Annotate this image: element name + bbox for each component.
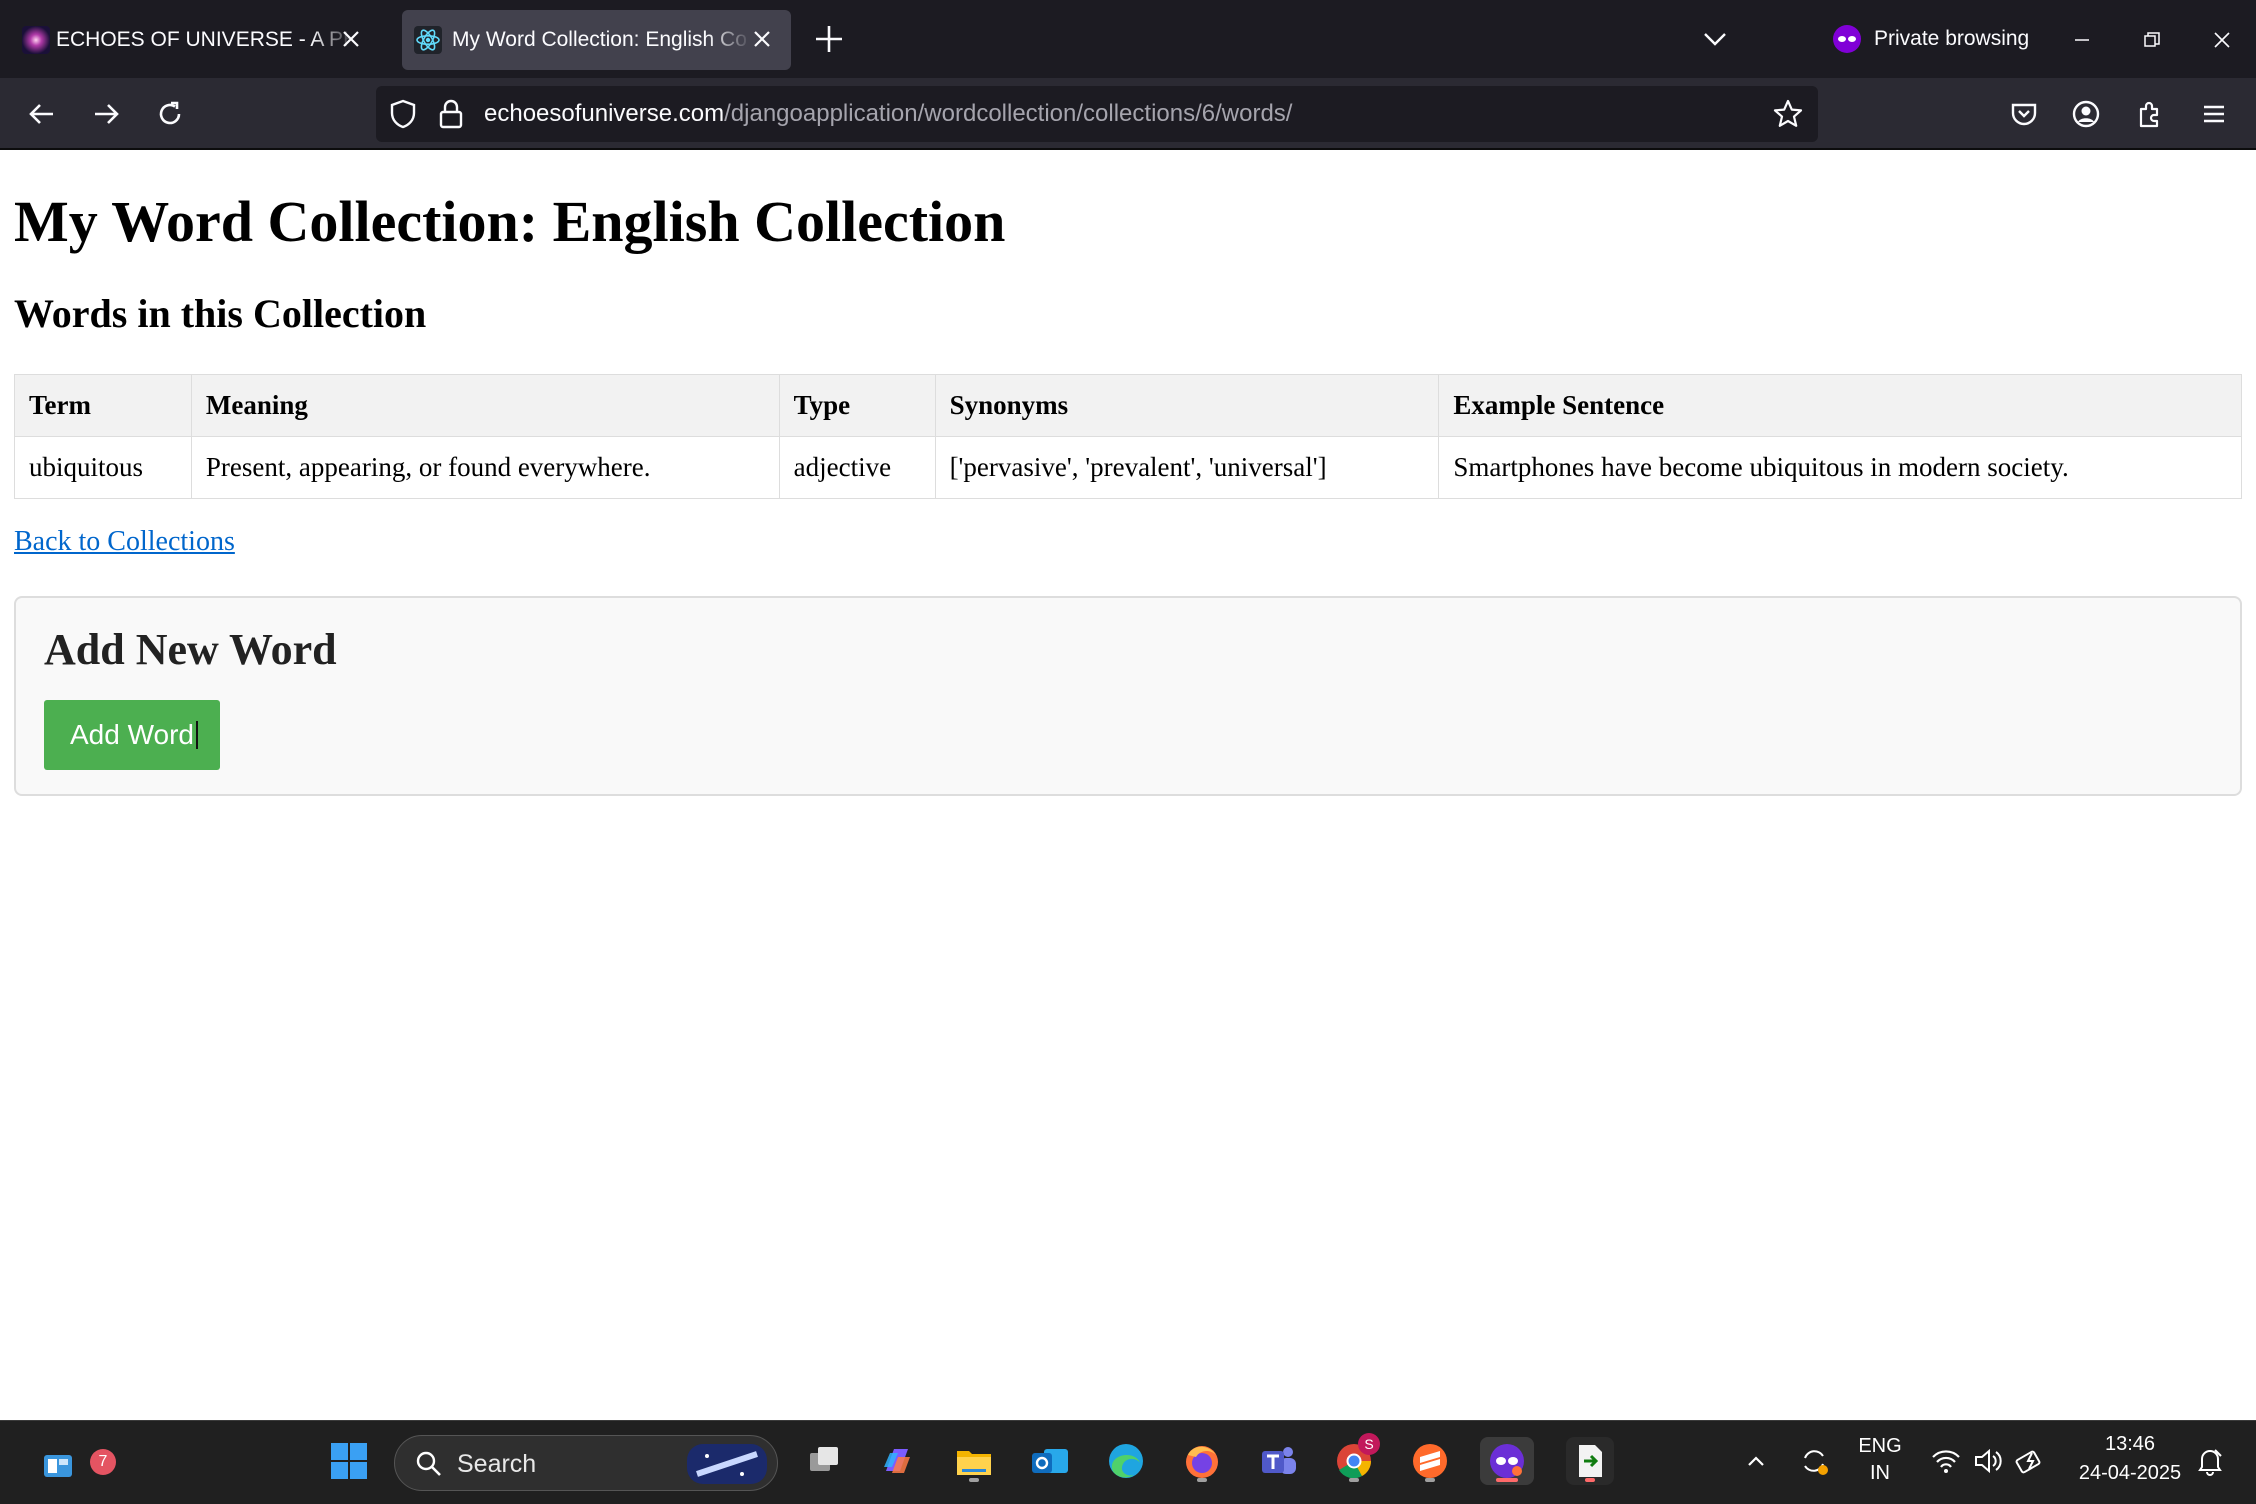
cell-type: adjective bbox=[778, 436, 936, 499]
cell-term: ubiquitous bbox=[14, 436, 192, 499]
react-favicon-icon bbox=[414, 26, 442, 54]
account-icon[interactable] bbox=[2064, 92, 2108, 136]
input-language-indicator[interactable]: ENG IN bbox=[1850, 1435, 1910, 1485]
search-highlight-image-icon bbox=[687, 1444, 767, 1484]
table-row: ubiquitous Present, appearing, or found … bbox=[14, 436, 2242, 499]
private-browsing-label: Private browsing bbox=[1874, 27, 2030, 50]
cell-meaning: Present, appearing, or found everywhere. bbox=[190, 436, 780, 499]
address-bar[interactable]: echoesofuniverse.com/djangoapplication/w… bbox=[376, 86, 1818, 142]
firefox-icon[interactable] bbox=[1178, 1437, 1226, 1485]
tab-title: My Word Collection: English Co bbox=[452, 28, 747, 51]
volume-icon[interactable] bbox=[1964, 1437, 2012, 1485]
lock-icon[interactable] bbox=[438, 98, 464, 130]
show-hidden-icons-chevron-icon[interactable] bbox=[1732, 1437, 1780, 1485]
windows-taskbar: 7 Search S ENG IN 13:46 24-04-2025 bbox=[0, 1420, 2256, 1504]
tab-echoes-of-universe[interactable]: ECHOES OF UNIVERSE - A PHRO bbox=[10, 10, 380, 70]
outlook-icon[interactable] bbox=[1026, 1437, 1074, 1485]
running-indicator bbox=[1349, 1478, 1359, 1482]
tab-my-word-collection[interactable]: My Word Collection: English Co bbox=[402, 10, 791, 70]
task-view-icon[interactable] bbox=[800, 1437, 848, 1485]
widgets-icon[interactable]: 7 bbox=[34, 1437, 116, 1485]
url-host: echoesofuniverse.com bbox=[484, 100, 725, 127]
teams-icon[interactable] bbox=[1254, 1437, 1302, 1485]
copilot-icon[interactable] bbox=[874, 1437, 922, 1485]
chrome-profile-badge: S bbox=[1358, 1433, 1380, 1455]
running-indicator bbox=[1425, 1478, 1435, 1482]
edge-icon[interactable] bbox=[1102, 1437, 1150, 1485]
web-page: My Word Collection: English Collection W… bbox=[0, 152, 2256, 1420]
words-table: Term Meaning Type Synonyms Example Sente… bbox=[14, 374, 2242, 499]
chrome-icon[interactable]: S bbox=[1330, 1433, 1380, 1485]
forward-arrow-icon[interactable] bbox=[84, 92, 128, 136]
windows-start-icon[interactable] bbox=[325, 1437, 373, 1485]
add-word-button-label: Add Word bbox=[70, 719, 194, 750]
running-indicator bbox=[1197, 1478, 1207, 1482]
sync-status-icon[interactable] bbox=[1790, 1437, 1838, 1485]
extensions-puzzle-icon[interactable] bbox=[2128, 92, 2172, 136]
hamburger-menu-icon[interactable] bbox=[2192, 92, 2236, 136]
column-header-term: Term bbox=[14, 374, 192, 437]
clock-date: 24-04-2025 bbox=[2078, 1462, 2182, 1484]
private-browsing-indicator: Private browsing bbox=[1832, 20, 2029, 58]
section-heading-words: Words in this Collection bbox=[14, 291, 427, 336]
restore-icon[interactable] bbox=[2132, 20, 2172, 60]
page-title: My Word Collection: English Collection bbox=[14, 189, 1006, 254]
region-code: IN bbox=[1870, 1462, 1890, 1484]
taskbar-search-box[interactable]: Search bbox=[394, 1435, 778, 1491]
running-indicator bbox=[969, 1478, 979, 1482]
notifications-bell-icon[interactable] bbox=[2186, 1437, 2234, 1485]
table-header-row: Term Meaning Type Synonyms Example Sente… bbox=[14, 374, 2242, 437]
cell-example: Smartphones have become ubiquitous in mo… bbox=[1438, 436, 2242, 499]
text-cursor bbox=[196, 721, 198, 749]
navigation-toolbar: echoesofuniverse.com/djangoapplication/w… bbox=[0, 78, 2256, 150]
reload-icon[interactable] bbox=[148, 92, 192, 136]
private-mask-icon bbox=[1833, 25, 1861, 53]
minimize-icon[interactable] bbox=[2062, 20, 2102, 60]
widgets-badge: 7 bbox=[90, 1449, 116, 1475]
column-header-type: Type bbox=[778, 374, 936, 437]
url-text[interactable]: echoesofuniverse.com/djangoapplication/w… bbox=[484, 100, 1292, 128]
clock[interactable]: 13:46 24-04-2025 bbox=[2060, 1433, 2200, 1485]
back-to-collections-link[interactable]: Back to Collections bbox=[14, 526, 235, 558]
tracking-protection-shield-icon[interactable] bbox=[388, 98, 418, 130]
language-code: ENG bbox=[1858, 1435, 1902, 1457]
add-word-heading: Add New Word bbox=[44, 625, 337, 674]
tab-close-icon[interactable] bbox=[336, 24, 366, 54]
back-arrow-icon[interactable] bbox=[20, 92, 64, 136]
list-all-tabs-chevron-icon[interactable] bbox=[1700, 24, 1730, 54]
cell-synonyms: ['pervasive', 'prevalent', 'universal'] bbox=[934, 436, 1440, 499]
new-tab-plus-icon[interactable] bbox=[812, 22, 846, 56]
url-path: /djangoapplication/wordcollection/collec… bbox=[724, 100, 1293, 127]
file-app-icon[interactable] bbox=[1566, 1437, 1614, 1485]
sublime-text-icon[interactable] bbox=[1406, 1437, 1454, 1485]
pocket-icon[interactable] bbox=[2002, 92, 2046, 136]
add-word-button[interactable]: Add Word bbox=[44, 700, 220, 770]
tab-title: ECHOES OF UNIVERSE - A PHRO bbox=[56, 28, 356, 51]
clock-time: 13:46 bbox=[2104, 1433, 2156, 1455]
search-label: Search bbox=[457, 1450, 537, 1478]
tab-bar: ECHOES OF UNIVERSE - A PHRO My Word Coll… bbox=[0, 0, 2256, 78]
running-indicator bbox=[1585, 1478, 1595, 1482]
column-header-example: Example Sentence bbox=[1438, 374, 2242, 437]
galaxy-favicon-icon bbox=[22, 26, 50, 54]
firefox-private-icon[interactable] bbox=[1480, 1437, 1534, 1485]
add-word-panel: Add New Word Add Word bbox=[14, 596, 2242, 796]
file-explorer-icon[interactable] bbox=[950, 1437, 998, 1485]
column-header-synonyms: Synonyms bbox=[934, 374, 1440, 437]
wifi-icon[interactable] bbox=[1922, 1437, 1970, 1485]
bookmark-star-icon[interactable] bbox=[1772, 98, 1804, 130]
close-window-icon[interactable] bbox=[2202, 20, 2242, 60]
tab-close-icon[interactable] bbox=[747, 24, 777, 54]
active-indicator bbox=[1496, 1478, 1518, 1482]
battery-charging-icon[interactable] bbox=[2006, 1437, 2054, 1485]
search-icon bbox=[416, 1451, 441, 1476]
column-header-meaning: Meaning bbox=[190, 374, 780, 437]
